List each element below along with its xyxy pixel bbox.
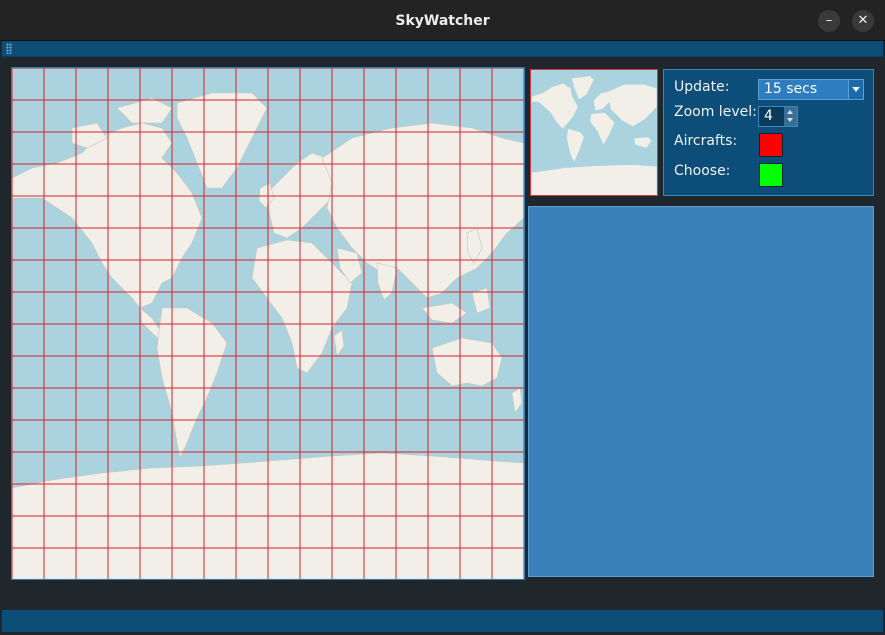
- window-title: SkyWatcher: [395, 13, 490, 29]
- spinbox-arrows[interactable]: [784, 107, 797, 126]
- toolbar: [2, 41, 883, 57]
- zoom-level-spinbox[interactable]: 4: [758, 106, 798, 127]
- toolbar-grip-handle[interactable]: [6, 43, 12, 54]
- world-map[interactable]: [11, 67, 525, 580]
- aircraft-details-pane[interactable]: [528, 206, 874, 577]
- close-button[interactable]: ✕: [852, 10, 874, 32]
- increment-arrow-icon[interactable]: [787, 110, 793, 114]
- choose-label: Choose:: [674, 163, 731, 179]
- minimize-button[interactable]: –: [818, 10, 840, 32]
- update-interval-value: 15 secs: [764, 81, 818, 97]
- aircrafts-label: Aircrafts:: [674, 133, 738, 149]
- update-label: Update:: [674, 79, 730, 95]
- title-bar: SkyWatcher – ✕: [0, 0, 885, 41]
- minimap-tiles: [531, 70, 657, 195]
- update-interval-select[interactable]: 15 secs: [758, 79, 864, 100]
- map-tiles: [12, 68, 524, 579]
- overview-minimap[interactable]: [530, 69, 658, 196]
- dropdown-arrow-icon[interactable]: [848, 80, 863, 99]
- choose-color-button[interactable]: [759, 163, 783, 187]
- zoom-level-value: 4: [764, 108, 773, 124]
- zoom-level-label: Zoom level:: [674, 104, 757, 120]
- status-bar: [2, 610, 883, 632]
- decrement-arrow-icon[interactable]: [787, 118, 793, 122]
- settings-panel: Update: 15 secs Zoom level: 4 Aircrafts:…: [663, 69, 874, 196]
- aircrafts-color-button[interactable]: [759, 133, 783, 157]
